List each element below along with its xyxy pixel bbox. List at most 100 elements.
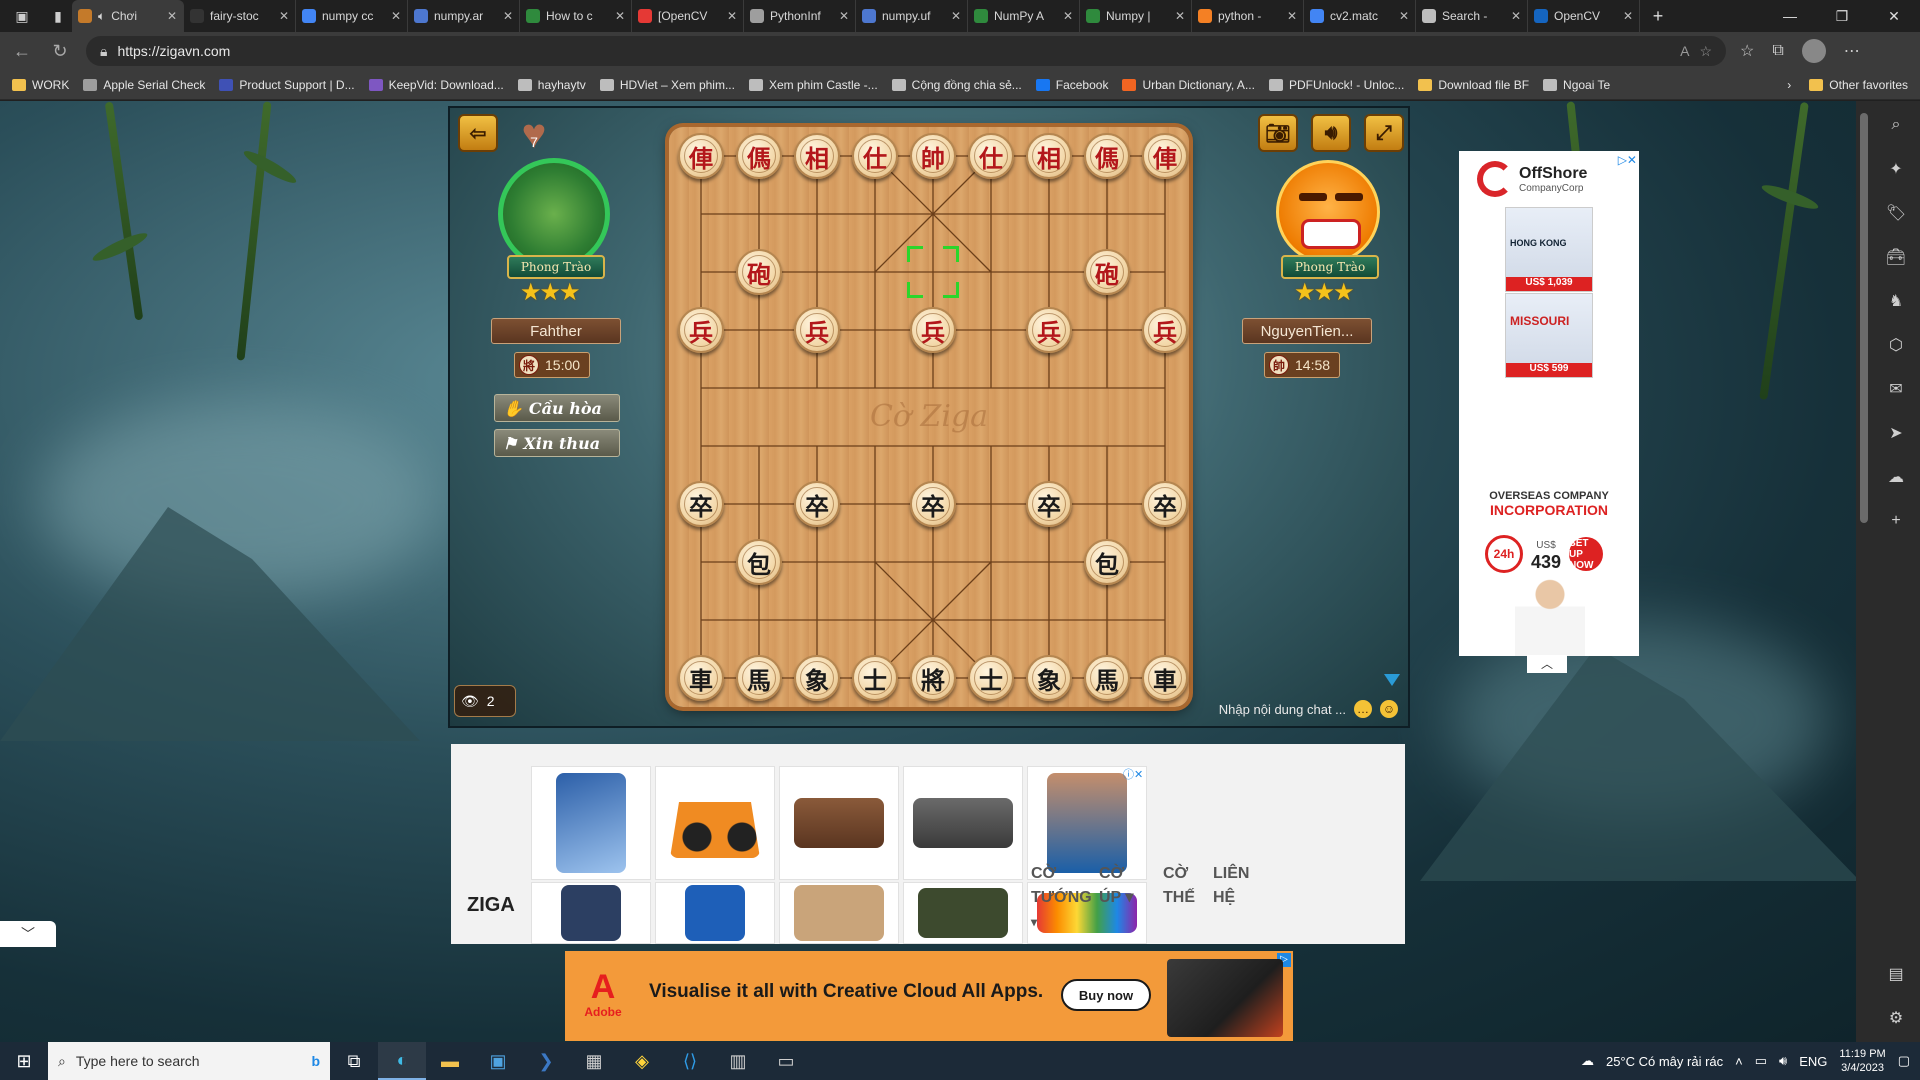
chat-input[interactable]: Nhập nội dung chat ... … ☺ bbox=[1219, 700, 1398, 718]
system-clock[interactable]: 11:19 PM 3/4/2023 bbox=[1839, 1047, 1885, 1075]
browser-tab[interactable]: numpy cc ✕ bbox=[296, 0, 408, 32]
browser-tab[interactable]: PythonInf ✕ bbox=[744, 0, 856, 32]
sidebar-add-icon[interactable]: + bbox=[1885, 511, 1907, 531]
ad-close-icon[interactable]: ▷✕ bbox=[1618, 153, 1637, 167]
tab-close-icon[interactable]: ✕ bbox=[167, 9, 177, 23]
sidebar-discover-icon[interactable]: ✦ bbox=[1885, 159, 1907, 179]
sidebar-layout-icon[interactable]: ▤ bbox=[1885, 964, 1907, 984]
tab-close-icon[interactable]: ✕ bbox=[279, 9, 289, 23]
read-aloud-icon[interactable]: A bbox=[1680, 43, 1689, 59]
black-piece[interactable]: 象 bbox=[1026, 655, 1072, 701]
buy-now-button[interactable]: Buy now bbox=[1061, 979, 1151, 1011]
browser-tab[interactable]: How to c ✕ bbox=[520, 0, 632, 32]
bookmark-item[interactable]: KeepVid: Download... bbox=[368, 78, 504, 92]
sidebar-tools-icon[interactable]: 🧰︎ bbox=[1885, 247, 1907, 267]
red-piece[interactable]: 砲 bbox=[736, 249, 782, 295]
offer-draw-button[interactable]: ✋ Cầu hòa bbox=[494, 394, 620, 422]
red-piece[interactable]: 傌 bbox=[1084, 133, 1130, 179]
bookmark-item[interactable]: Product Support | D... bbox=[219, 78, 355, 92]
browser-tab[interactable]: [OpenCV ✕ bbox=[632, 0, 744, 32]
black-piece[interactable]: 馬 bbox=[1084, 655, 1130, 701]
refresh-icon[interactable]: ↻ bbox=[48, 41, 72, 62]
bookmark-item[interactable]: hayhaytv bbox=[517, 78, 586, 92]
tab-close-icon[interactable]: ✕ bbox=[1623, 9, 1633, 23]
weather-icon[interactable]: ☁ bbox=[1581, 1053, 1594, 1069]
ad-choices-icon[interactable]: ⓘ✕ bbox=[1123, 766, 1143, 782]
sidebar-send-icon[interactable]: ➤ bbox=[1885, 423, 1907, 443]
close-window-icon[interactable]: ✕ bbox=[1868, 0, 1920, 32]
browser-tab[interactable]: NumPy A ✕ bbox=[968, 0, 1080, 32]
vscode-icon[interactable]: ⟨⟩ bbox=[666, 1042, 714, 1080]
tab-close-icon[interactable]: ✕ bbox=[1287, 9, 1297, 23]
sidebar-office-icon[interactable]: ⬡ bbox=[1885, 335, 1907, 355]
black-piece[interactable]: 將 bbox=[910, 655, 956, 701]
browser-tab[interactable]: python - ✕ bbox=[1192, 0, 1304, 32]
bookmark-item[interactable]: PDFUnlock! - Unloc... bbox=[1268, 78, 1404, 92]
new-tab-button[interactable]: + bbox=[1640, 6, 1676, 27]
back-icon[interactable]: ← bbox=[10, 41, 34, 62]
black-piece[interactable]: 卒 bbox=[1142, 481, 1188, 527]
black-piece[interactable]: 包 bbox=[1084, 539, 1130, 585]
scrollbar-thumb[interactable] bbox=[1860, 113, 1868, 523]
bookmarks-overflow-icon[interactable]: › bbox=[1787, 78, 1791, 92]
restore-icon[interactable]: ❐ bbox=[1816, 0, 1868, 32]
other-favorites[interactable]: Other favorites bbox=[1809, 78, 1908, 92]
sidebar-settings-icon[interactable]: ⚙ bbox=[1885, 1008, 1907, 1028]
favorites-icon[interactable]: ☆ bbox=[1740, 41, 1754, 61]
ad-product-phone[interactable] bbox=[531, 766, 651, 880]
spectators-count[interactable]: 👁︎ 2 bbox=[454, 685, 516, 717]
black-piece[interactable]: 包 bbox=[736, 539, 782, 585]
bookmark-item[interactable]: Urban Dictionary, A... bbox=[1122, 78, 1255, 92]
language-indicator[interactable]: ENG bbox=[1799, 1054, 1827, 1069]
site-menu-item[interactable]: CỜ ÚP ▾ bbox=[1099, 862, 1133, 910]
ad-product-cabinet[interactable] bbox=[779, 882, 899, 944]
bookmark-item[interactable]: Ngoai Te bbox=[1543, 78, 1610, 92]
black-piece[interactable]: 卒 bbox=[678, 481, 724, 527]
ad-product-lighter[interactable] bbox=[779, 766, 899, 880]
network-icon[interactable]: ▭ bbox=[1755, 1053, 1767, 1069]
heart-icon[interactable]: ♥ 7 bbox=[510, 113, 558, 155]
tab-close-icon[interactable]: ✕ bbox=[1175, 9, 1185, 23]
ad-image-missouri[interactable]: MISSOURI US$ 599 bbox=[1505, 293, 1593, 378]
black-piece[interactable]: 卒 bbox=[794, 481, 840, 527]
task-view-icon[interactable]: ⧉ bbox=[330, 1042, 378, 1080]
chat-expand-icon[interactable] bbox=[1384, 674, 1400, 686]
sound-button[interactable]: 🔊︎ bbox=[1311, 114, 1351, 152]
tab-close-icon[interactable]: ✕ bbox=[727, 9, 737, 23]
remote-desktop-icon[interactable]: ▣ bbox=[474, 1042, 522, 1080]
ad-product-motorbike[interactable] bbox=[903, 882, 1023, 944]
browser-tab[interactable]: numpy.uf ✕ bbox=[856, 0, 968, 32]
calculator-icon[interactable]: ▥ bbox=[714, 1042, 762, 1080]
bookmark-item[interactable]: WORK bbox=[12, 78, 69, 92]
screenshot-button[interactable]: 📷︎ bbox=[1258, 114, 1298, 152]
sidebar-shopping-icon[interactable]: 🏷︎ bbox=[1885, 203, 1907, 223]
black-piece[interactable]: 馬 bbox=[736, 655, 782, 701]
tab-close-icon[interactable]: ✕ bbox=[615, 9, 625, 23]
chat-bubble-icon[interactable]: … bbox=[1354, 700, 1372, 718]
ad-product-pistol[interactable] bbox=[903, 766, 1023, 880]
app-window-icon[interactable]: ▭ bbox=[762, 1042, 810, 1080]
taskbar-search-input[interactable]: ⌕ Type here to search b bbox=[48, 1042, 330, 1080]
ad-product-iphone[interactable] bbox=[531, 882, 651, 944]
python-idle-icon[interactable]: ◈ bbox=[618, 1042, 666, 1080]
ad-product-cooler[interactable] bbox=[655, 882, 775, 944]
xiangqi-board[interactable]: Cờ Ziga 俥傌相仕帥仕相傌俥砲砲兵兵兵兵兵卒卒卒卒卒包包車馬象士將士象馬車 bbox=[669, 127, 1189, 707]
right-player-avatar[interactable] bbox=[1276, 160, 1380, 264]
file-explorer-icon[interactable]: ▬ bbox=[426, 1042, 474, 1080]
red-piece[interactable]: 傌 bbox=[736, 133, 782, 179]
tab-close-icon[interactable]: ✕ bbox=[839, 9, 849, 23]
sidebar-search-icon[interactable]: ⌕ bbox=[1885, 115, 1907, 135]
bookmark-item[interactable]: Cộng đồng chia sẻ... bbox=[891, 78, 1022, 92]
browser-tab[interactable]: fairy-stoc ✕ bbox=[184, 0, 296, 32]
black-piece[interactable]: 象 bbox=[794, 655, 840, 701]
red-piece[interactable]: 俥 bbox=[678, 133, 724, 179]
site-menu-item[interactable]: LIÊN HỆ bbox=[1213, 862, 1249, 910]
bing-icon[interactable]: b bbox=[311, 1053, 320, 1069]
exit-room-button[interactable]: ⇦ bbox=[458, 114, 498, 152]
red-piece[interactable]: 相 bbox=[794, 133, 840, 179]
tab-close-icon[interactable]: ✕ bbox=[503, 9, 513, 23]
collections-icon[interactable]: ⧉ bbox=[1772, 42, 1783, 60]
sidebar-drop-icon[interactable]: ☁ bbox=[1885, 467, 1907, 487]
browser-tab[interactable]: 🔈︎ Chơi ✕ bbox=[72, 0, 184, 32]
sidebar-games-icon[interactable]: ♞ bbox=[1885, 291, 1907, 311]
